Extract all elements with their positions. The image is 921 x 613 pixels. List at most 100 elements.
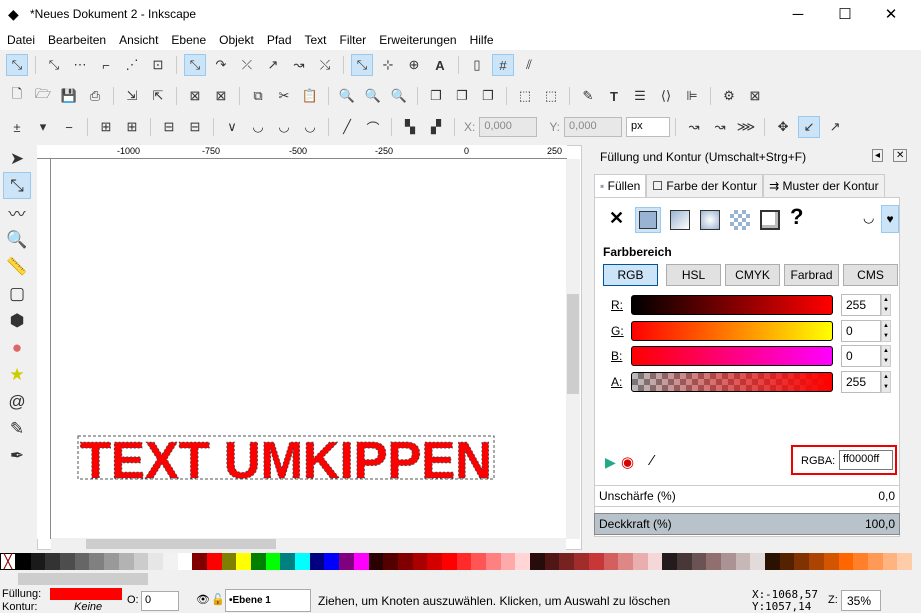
zoom-drawing-icon[interactable]: 🔍 [362,85,384,107]
delete-segment-icon[interactable]: ⊟ [184,116,206,138]
red-slider[interactable] [631,295,833,315]
color-swatch[interactable] [133,553,149,570]
fill-rule-evenodd-icon[interactable]: ◡ [863,210,874,226]
rgba-input[interactable]: ff0000ff [839,450,893,470]
show-transform-handles-icon[interactable]: ✥ [772,116,794,138]
node-tool-icon[interactable]: ⤡ [3,172,31,199]
color-swatch[interactable] [676,553,692,570]
open-icon[interactable]: 🗁 [32,85,54,107]
layer-lock-icon[interactable]: 🔓 [211,593,225,606]
layers-icon[interactable]: ☰ [629,85,651,107]
snap-corner-icon[interactable]: ⌐ [95,54,117,76]
maximize-button[interactable]: ☐ [822,0,868,30]
insert-node-icon[interactable]: ± [6,116,28,138]
opacity-slider[interactable]: Deckkraft (%) 100,0 [594,513,900,535]
break-path-icon[interactable]: ⊞ [121,116,143,138]
minimize-button[interactable]: ─ [775,0,821,30]
color-swatch[interactable] [559,553,575,570]
menu-text[interactable]: Text [298,30,333,50]
3d-box-tool-icon[interactable]: ⬢ [3,307,31,334]
snap-line-mid-icon[interactable]: ⤯ [314,54,336,76]
color-swatch[interactable] [721,553,736,570]
color-swatch[interactable] [148,553,163,570]
snap-text-baseline-icon[interactable]: A [429,54,451,76]
spiral-tool-icon[interactable]: @ [3,388,31,415]
red-spin-arrows[interactable]: ▲ ▼ [881,294,891,316]
no-paint-icon[interactable]: ✕ [609,208,624,229]
show-handles-icon[interactable]: ↙ [798,116,821,138]
radial-gradient-icon[interactable] [700,210,720,230]
color-swatch[interactable] [632,553,648,570]
join-nodes-icon[interactable]: ⊞ [95,116,117,138]
color-swatch[interactable] [104,553,119,570]
color-swatch[interactable] [574,553,589,570]
snap-toggle-icon[interactable]: ⤡ [6,54,28,76]
color-swatch[interactable] [588,553,604,570]
snap-cusp-icon[interactable]: ↗ [262,54,284,76]
snap-object-center-icon[interactable]: ⊹ [377,54,399,76]
green-spin-arrows[interactable]: ▲ ▼ [881,320,891,342]
zoom-page-icon[interactable]: 🔍 [388,85,410,107]
color-swatch[interactable] [89,553,105,570]
ungroup-icon[interactable]: ⬚ [540,85,562,107]
color-swatch[interactable] [471,553,486,570]
tweak-tool-icon[interactable]: 〰 [3,199,31,226]
color-swatch[interactable] [324,553,340,570]
color-swatch[interactable] [441,553,457,570]
menu-hilfe[interactable]: Hilfe [463,30,500,50]
color-swatch[interactable] [60,553,75,570]
show-outline-icon[interactable]: ↗ [824,116,846,138]
snap-center-icon[interactable]: ⊡ [147,54,169,76]
color-swatch[interactable] [162,553,178,570]
color-swatch[interactable] [45,553,61,570]
tab-stroke-style[interactable]: ⇉ Muster der Kontur [763,174,885,197]
color-swatch[interactable] [486,553,501,570]
color-swatch[interactable] [809,553,824,570]
snap-guide-icon[interactable]: ⫽ [518,54,540,76]
scroll-thumb[interactable] [86,539,276,549]
mode-rgb-button[interactable]: RGB [603,264,658,286]
pattern-icon[interactable] [730,210,750,230]
blur-slider[interactable]: Unschärfe (%) 0,0 [594,485,900,507]
fill-rule-nonzero-icon[interactable]: ♥ [881,205,899,233]
measure-tool-icon[interactable]: 📏 [3,253,31,280]
color-swatch[interactable] [750,553,766,570]
alpha-input[interactable]: 255 [841,371,881,393]
xml-editor-icon[interactable]: ⟨⟩ [655,85,677,107]
mode-cmyk-button[interactable]: CMYK [725,264,780,286]
snap-path-icon[interactable]: ↷ [210,54,232,76]
fill-indicator[interactable] [50,588,122,600]
mode-cms-button[interactable]: CMS [843,264,898,286]
layer-select[interactable]: •Ebene 1 [225,589,311,612]
segment-curve-icon[interactable]: ⌒ [362,116,384,138]
color-swatch[interactable] [838,553,854,570]
snap-grid-icon[interactable]: # [492,54,514,76]
opacity-status-input[interactable]: 0 [141,591,179,611]
color-swatch[interactable] [779,553,795,570]
preferences-icon[interactable]: ⊠ [744,85,766,107]
color-swatch[interactable] [368,553,384,570]
snap-midpoint-icon[interactable]: ⋰ [121,54,143,76]
flat-color-icon[interactable] [635,207,661,233]
green-input[interactable]: 0 [841,320,881,342]
zoom-tool-icon[interactable]: 🔍 [3,226,31,253]
text-font-icon[interactable]: T [603,85,625,107]
swatch-icon[interactable] [760,210,780,230]
show-mask-icon[interactable]: ↝ [709,116,731,138]
color-swatch[interactable] [280,553,296,570]
cut-icon[interactable]: ✂ [273,85,295,107]
node-auto-icon[interactable]: ◡ [299,116,321,138]
menu-erweiterungen[interactable]: Erweiterungen [372,30,462,50]
snap-others-icon[interactable]: ⤡ [351,54,373,76]
linear-gradient-icon[interactable] [670,210,690,230]
menu-objekt[interactable]: Objekt [212,30,260,50]
zoom-selection-icon[interactable]: 🔍 [336,85,358,107]
color-swatch[interactable] [383,553,398,570]
close-button[interactable]: ✕ [868,0,914,30]
color-swatch[interactable] [515,553,531,570]
zoom-input[interactable]: 35% [841,590,881,611]
color-swatch[interactable] [339,553,354,570]
pen-tool-icon[interactable]: ✒ [3,442,31,469]
color-swatch[interactable] [603,553,619,570]
segment-line-icon[interactable]: ╱ [336,116,358,138]
